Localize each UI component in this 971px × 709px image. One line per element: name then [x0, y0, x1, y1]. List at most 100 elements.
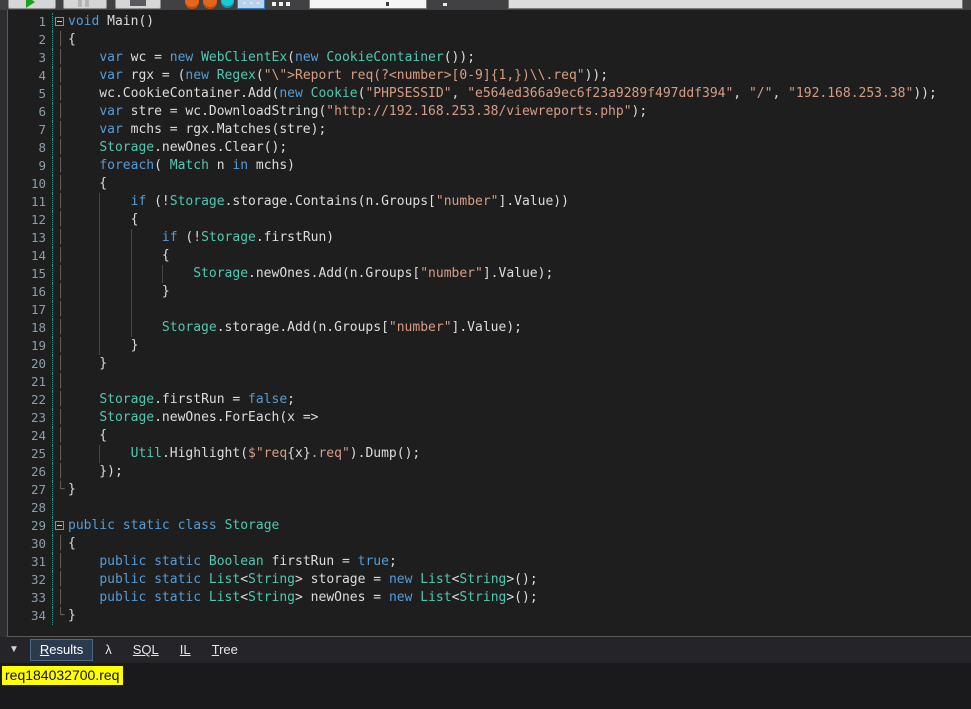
code-line[interactable]: 19│ } — [8, 337, 971, 355]
line-number: 33 — [8, 589, 46, 607]
code-token: , — [772, 86, 788, 101]
orange-plugin-icon-2[interactable] — [203, 0, 217, 9]
collapse-results-icon[interactable]: ▼ — [9, 645, 19, 655]
line-number: 11 — [8, 193, 46, 211]
code-line[interactable]: 14│ { — [8, 247, 971, 265]
rich-text-results-toggle[interactable]: --- — [237, 0, 265, 9]
code-line[interactable]: 5│ wc.CookieContainer.Add(new Cookie("PH… — [8, 85, 971, 103]
gutter-separator — [46, 175, 53, 193]
toolbar: --- — [0, 0, 971, 10]
pause-icon — [78, 0, 82, 7]
code-token: class — [178, 518, 217, 533]
code-token: String — [459, 590, 506, 605]
code-line[interactable]: 16│ } — [8, 283, 971, 301]
fold-guide: │ — [53, 337, 68, 355]
code-line[interactable]: 34└} — [8, 607, 971, 625]
code-line[interactable]: 2│{ — [8, 31, 971, 49]
line-number: 19 — [8, 337, 46, 355]
teal-plugin-icon[interactable] — [221, 0, 234, 8]
code-line[interactable]: 4│ var rgx = (new Regex("\">Report req(?… — [8, 67, 971, 85]
code-line[interactable]: 8│ Storage.newOnes.Clear(); — [8, 139, 971, 157]
connection-combobox[interactable] — [508, 0, 963, 9]
code-line[interactable]: 9│ foreach( Match n in mchs) — [8, 157, 971, 175]
code-token — [68, 122, 99, 137]
code-token — [68, 140, 99, 155]
results-panel: req184032700.req — [0, 663, 971, 709]
minus-box-icon[interactable] — [55, 17, 64, 26]
code-text: { — [68, 175, 971, 193]
tab-results[interactable]: Results — [30, 639, 93, 661]
code-editor[interactable]: 1void Main()2│{3│ var wc = new WebClient… — [7, 10, 971, 637]
code-line[interactable]: 30│{ — [8, 535, 971, 553]
code-text: Storage.newOnes.Add(n.Groups["number"].V… — [68, 265, 971, 283]
code-token — [115, 518, 123, 533]
minus-box-icon[interactable] — [55, 521, 64, 530]
code-token — [68, 158, 99, 173]
code-line[interactable]: 33│ public static List<String> newOnes =… — [8, 589, 971, 607]
code-token: Cookie — [311, 86, 358, 101]
code-line[interactable]: 3│ var wc = new WebClientEx(new CookieCo… — [8, 49, 971, 67]
code-line[interactable]: 31│ public static Boolean firstRun = tru… — [8, 553, 971, 571]
code-line[interactable]: 1void Main() — [8, 13, 971, 31]
code-text: foreach( Match n in mchs) — [68, 157, 971, 175]
code-line[interactable]: 29public static class Storage — [8, 517, 971, 535]
code-token — [201, 572, 209, 587]
code-token — [68, 68, 99, 83]
code-line[interactable]: 7│ var mchs = rgx.Matches(stre); — [8, 121, 971, 139]
fold-collapse-icon[interactable] — [53, 517, 68, 535]
code-line[interactable]: 32│ public static List<String> storage =… — [8, 571, 971, 589]
gutter-separator — [46, 553, 53, 571]
grid-results-icon[interactable] — [272, 2, 276, 6]
toolbar-button[interactable] — [115, 0, 161, 9]
orange-plugin-icon[interactable] — [185, 0, 199, 9]
code-line[interactable]: 27└} — [8, 481, 971, 499]
code-token — [68, 392, 99, 407]
code-text: { — [68, 427, 971, 445]
code-token: >(); — [506, 590, 537, 605]
code-line[interactable]: 12│ { — [8, 211, 971, 229]
code-line[interactable]: 6│ var stre = wc.DownloadString("http://… — [8, 103, 971, 121]
tab-accelerator: R — [40, 642, 49, 657]
stop-button[interactable] — [63, 0, 107, 9]
gutter-separator — [46, 607, 53, 625]
code-line[interactable]: 28 — [8, 499, 971, 517]
code-line[interactable]: 22│ Storage.firstRun = false; — [8, 391, 971, 409]
code-token: Storage — [99, 410, 154, 425]
play-icon — [26, 0, 35, 8]
code-text — [68, 373, 971, 391]
rich-text-results-toggle-icon: --- — [242, 0, 262, 7]
code-line[interactable]: 11│ if (!Storage.storage.Contains(n.Grou… — [8, 193, 971, 211]
code-line[interactable]: 17│ — [8, 301, 971, 319]
fold-collapse-icon[interactable] — [53, 13, 68, 31]
code-line[interactable]: 26│ }); — [8, 463, 971, 481]
code-token: public — [68, 518, 115, 533]
code-line[interactable]: 18│ Storage.storage.Add(n.Groups["number… — [8, 319, 971, 337]
code-token — [193, 50, 201, 65]
code-line[interactable]: 25│ Util.Highlight($"req{x}.req").Dump()… — [8, 445, 971, 463]
code-line[interactable]: 15│ Storage.newOnes.Add(n.Groups["number… — [8, 265, 971, 283]
code-text: var stre = wc.DownloadString("http://192… — [68, 103, 971, 121]
code-token: mchs = rgx.Matches(stre); — [123, 122, 327, 137]
fold-guide: │ — [53, 229, 68, 247]
code-line[interactable]: 13│ if (!Storage.firstRun) — [8, 229, 971, 247]
code-line[interactable]: 23│ Storage.newOnes.ForEach(x => — [8, 409, 971, 427]
code-line[interactable]: 21│ — [8, 373, 971, 391]
code-line[interactable]: 24│ { — [8, 427, 971, 445]
fold-guide: │ — [53, 391, 68, 409]
language-combobox[interactable] — [309, 0, 427, 9]
code-token: CookieContainer — [326, 50, 443, 65]
code-line[interactable]: 10│ { — [8, 175, 971, 193]
code-token: .storage.Add(n.Groups[ — [217, 320, 389, 335]
fold-guide: │ — [53, 571, 68, 589]
result-item[interactable]: req184032700.req — [2, 666, 123, 685]
code-token: ( — [154, 158, 170, 173]
tab-tree[interactable]: Tree — [203, 640, 247, 660]
tab-lambda[interactable]: λ — [96, 640, 121, 660]
code-line[interactable]: 20│ } — [8, 355, 971, 373]
fold-guide: │ — [53, 409, 68, 427]
tab-sql[interactable]: SQL — [124, 640, 168, 660]
code-token: var — [99, 50, 122, 65]
run-button[interactable] — [8, 0, 56, 9]
tab-il[interactable]: IL — [171, 640, 200, 660]
line-number: 22 — [8, 391, 46, 409]
